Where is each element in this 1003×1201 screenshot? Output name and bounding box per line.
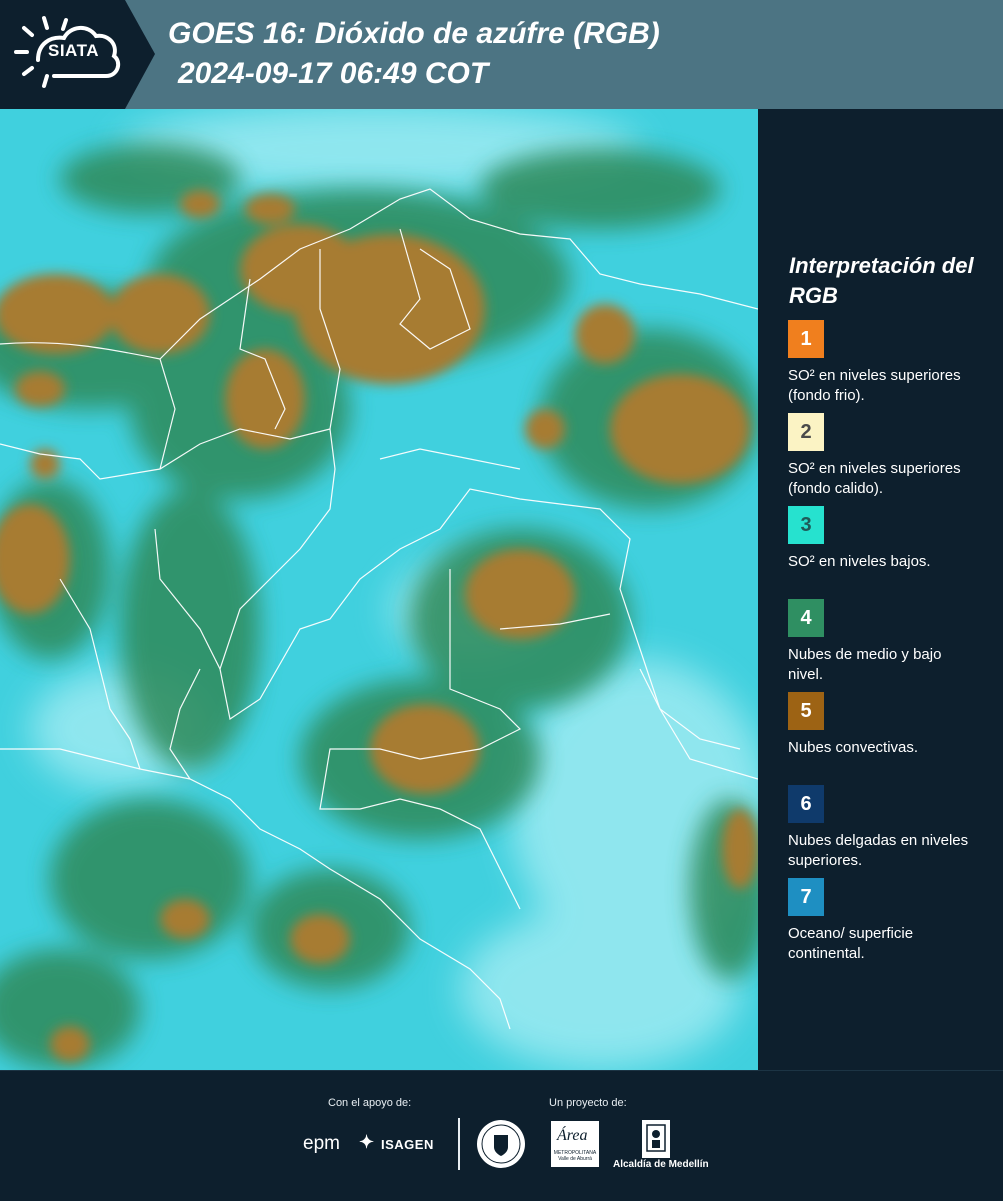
legend-swatch: 5 — [788, 692, 824, 730]
municipal-seal-icon — [477, 1120, 525, 1168]
legend-title: Interpretación del RGB — [789, 253, 974, 308]
legend-label: SO² en niveles bajos. — [788, 553, 931, 570]
legend-item: 6 Nubes delgadas en niveles superiores. — [788, 785, 978, 875]
legend-swatch: 3 — [788, 506, 824, 544]
area-logo-sub: METROPOLITANA Valle de Aburrá — [553, 1150, 597, 1162]
footer-bar: Con el apoyo de: Un proyecto de: epm ✦ I… — [0, 1070, 1003, 1201]
legend-label: Nubes delgadas en niveles superiores. — [788, 832, 969, 869]
legend-panel: Interpretación del RGB 1 SO² en niveles s… — [758, 109, 1003, 1070]
header-bar: SIATA GOES 16: Dióxido de azúfre (RGB) 20… — [0, 0, 1003, 109]
legend-label: Nubes convectivas. — [788, 739, 919, 756]
legend-swatch: 1 — [788, 320, 824, 358]
legend-swatch: 7 — [788, 878, 824, 916]
legend-label: SO² en niveles superiores (fondo calido)… — [788, 460, 961, 497]
legend-item: 1 SO² en niveles superiores (fondo frio). — [788, 320, 978, 410]
page-title: GOES 16: Dióxido de azúfre (RGB) 2024-09-… — [168, 14, 660, 94]
alcaldia-label: Alcaldía de Medellín — [613, 1159, 709, 1170]
satellite-map — [0, 109, 758, 1070]
logo-block: SIATA — [0, 0, 155, 109]
title-line-1: GOES 16: Dióxido de azúfre (RGB) — [168, 17, 660, 50]
satellite-image — [0, 109, 758, 1070]
legend-swatch: 2 — [788, 413, 824, 451]
legend-swatch: 6 — [788, 785, 824, 823]
legend-label: Nubes de medio y bajo nivel. — [788, 646, 942, 683]
isagen-logo: ISAGEN — [381, 1137, 434, 1152]
title-line-2: 2024-09-17 06:49 COT — [178, 57, 489, 90]
footer-divider — [458, 1118, 460, 1170]
legend-label: Oceano/ superficie continental. — [788, 925, 914, 962]
siata-logo-text: SIATA — [48, 41, 99, 60]
legend-swatch: 4 — [788, 599, 824, 637]
support-label: Con el apoyo de: — [328, 1097, 412, 1109]
legend-item: 4 Nubes de medio y bajo nivel. — [788, 599, 978, 689]
legend-item: 3 SO² en niveles bajos. — [788, 506, 978, 596]
area-logo-text: Área — [557, 1127, 588, 1144]
legend-item: 7 Oceano/ superficie continental. — [788, 878, 978, 968]
project-label: Un proyecto de: — [549, 1097, 627, 1109]
legend-label: SO² en niveles superiores (fondo frio). — [788, 367, 961, 404]
alcaldia-shield-icon — [642, 1120, 670, 1158]
legend-item: 5 Nubes convectivas. — [788, 692, 978, 782]
isagen-star-icon: ✦ — [359, 1132, 375, 1152]
epm-logo: epm — [303, 1133, 340, 1154]
legend-item: 2 SO² en niveles superiores (fondo calido… — [788, 413, 978, 503]
area-metropolitana-logo: Área METROPOLITANA Valle de Aburrá — [551, 1121, 599, 1167]
